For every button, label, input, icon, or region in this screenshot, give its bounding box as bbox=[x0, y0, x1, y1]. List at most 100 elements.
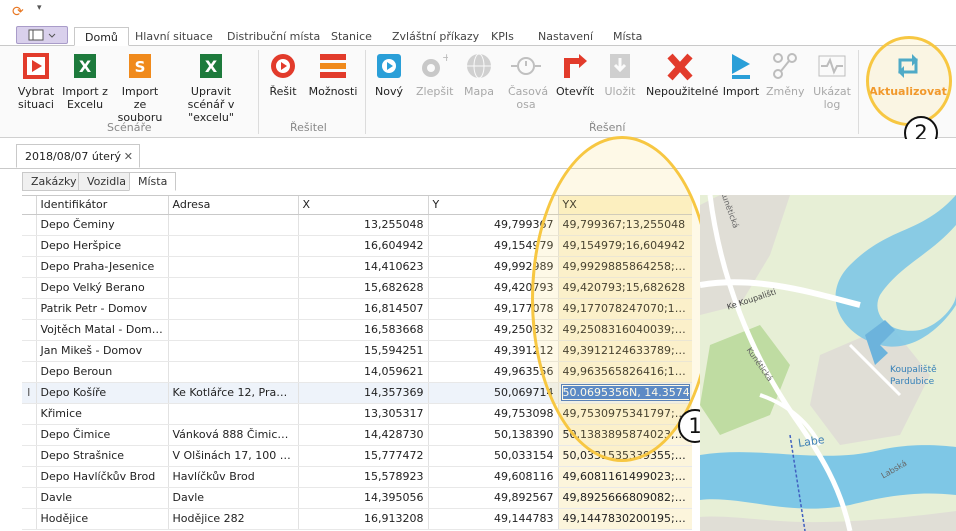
cell-address[interactable] bbox=[168, 277, 299, 299]
cell-x[interactable]: 16,583668 bbox=[298, 319, 429, 341]
cell-yx[interactable]: 50,1383895874023;14,... bbox=[558, 424, 692, 446]
cell-yx[interactable]: 49,7530975341797;13,... bbox=[558, 403, 692, 425]
options-button[interactable]: Možnosti bbox=[308, 50, 358, 98]
cell-yx[interactable]: 49,9929885864258;14,... bbox=[558, 256, 692, 278]
table-row[interactable]: Vojtěch Matal - Domov 16,583668 49,250832 4… bbox=[22, 319, 692, 341]
tab-zvlastni-prikazy[interactable]: Zvláštní příkazy bbox=[392, 27, 479, 46]
cell-y[interactable]: 49,250832 bbox=[428, 319, 559, 341]
import-file-button[interactable]: S Import ze souboru bbox=[114, 50, 166, 124]
tab-stanice[interactable]: Stanice bbox=[331, 27, 372, 46]
cell-yx[interactable]: 49,1447830200195;16,... bbox=[558, 508, 692, 530]
cell-id[interactable]: Depo Velký Berano bbox=[36, 277, 169, 299]
cell-yx[interactable]: 50,0331535339355;15,... bbox=[558, 445, 692, 467]
table-row[interactable]: Depo Beroun 14,059621 49,963556 49,96356582… bbox=[22, 361, 692, 383]
cell-address[interactable] bbox=[168, 361, 299, 383]
table-row[interactable]: Davle Davle 14,395056 49,892567 49,892566680… bbox=[22, 487, 692, 509]
cell-yx[interactable]: 49,420793;15,682628 bbox=[558, 277, 692, 299]
changes-button[interactable]: Změny bbox=[766, 50, 805, 98]
tab-mista[interactable]: Místa bbox=[613, 27, 642, 46]
cell-id[interactable]: Depo Čimice bbox=[36, 424, 169, 446]
table-row[interactable]: Depo Praha-Jesenice 14,410623 49,992989 49,… bbox=[22, 256, 692, 278]
cell-y[interactable]: 49,177078 bbox=[428, 298, 559, 320]
solve-button[interactable]: Řešit bbox=[266, 50, 300, 98]
cell-address[interactable]: V Olšinách 17, 100 00 bbox=[168, 445, 299, 467]
table-row[interactable]: Depo Velký Berano 15,682628 49,420793 49,42… bbox=[22, 277, 692, 299]
cell-y[interactable]: 49,963556 bbox=[428, 361, 559, 383]
map-button[interactable]: Mapa bbox=[462, 50, 496, 98]
cell-x[interactable]: 16,814507 bbox=[298, 298, 429, 320]
cell-x[interactable]: 15,594251 bbox=[298, 340, 429, 362]
table-row[interactable]: Jan Mikeš - Domov 15,594251 49,391212 49,39… bbox=[22, 340, 692, 362]
cell-address[interactable] bbox=[168, 214, 299, 236]
improve-button[interactable]: + Zlepšit bbox=[416, 50, 453, 98]
update-button[interactable]: Aktualizovat bbox=[866, 50, 950, 98]
cell-x[interactable]: 16,604942 bbox=[298, 235, 429, 257]
import-button[interactable]: Import bbox=[722, 50, 760, 98]
cell-yx[interactable]: 49,6081161499023;15,... bbox=[558, 466, 692, 488]
cell-x[interactable]: 15,578923 bbox=[298, 466, 429, 488]
tab-zakazky[interactable]: Zakázky bbox=[22, 172, 86, 191]
map-panel[interactable]: Kunětická Ke Koupališti Koupaliště Pardu… bbox=[700, 195, 956, 531]
column-header-id[interactable]: Identifikátor bbox=[36, 196, 169, 215]
cell-id[interactable]: Patrik Petr - Domov bbox=[36, 298, 169, 320]
cell-address[interactable]: Ke Kotlářce 12, Praha 5 bbox=[168, 382, 299, 404]
app-menu-button[interactable] bbox=[16, 26, 68, 44]
cell-x[interactable]: 14,410623 bbox=[298, 256, 429, 278]
cell-yx[interactable]: 49,963565826416;14,0... bbox=[558, 361, 692, 383]
cell-address[interactable]: Davle bbox=[168, 487, 299, 509]
cell-yx[interactable]: 49,8925666809082;14,... bbox=[558, 487, 692, 509]
show-log-button[interactable]: Ukázat log bbox=[812, 50, 852, 111]
cell-id[interactable]: Depo Praha-Jesenice bbox=[36, 256, 169, 278]
quick-access-dropdown-icon[interactable]: ▾ bbox=[37, 3, 42, 13]
cell-address[interactable] bbox=[168, 319, 299, 341]
cell-id[interactable]: Depo Havlíčkův Brod bbox=[36, 466, 169, 488]
cell-y[interactable]: 49,391212 bbox=[428, 340, 559, 362]
cell-id[interactable]: Depo Čeminy bbox=[36, 214, 169, 236]
cell-address[interactable]: Havlíčkův Brod bbox=[168, 466, 299, 488]
column-header-address[interactable]: Adresa bbox=[168, 196, 299, 215]
import-excel-button[interactable]: X Import z Excelu bbox=[62, 50, 108, 111]
cell-x[interactable]: 13,255048 bbox=[298, 214, 429, 236]
tab-distribucni-mista[interactable]: Distribuční místa bbox=[227, 27, 320, 46]
cell-id[interactable]: Depo Beroun bbox=[36, 361, 169, 383]
cell-y[interactable]: 49,154979 bbox=[428, 235, 559, 257]
cell-y[interactable]: 49,608116 bbox=[428, 466, 559, 488]
cell-yx[interactable]: 49,2508316040039;16,... bbox=[558, 319, 692, 341]
table-row[interactable]: Depo Čeminy 13,255048 49,799367 49,799367;1… bbox=[22, 214, 692, 236]
cell-y[interactable]: 50,033154 bbox=[428, 445, 559, 467]
cell-y[interactable]: 49,892567 bbox=[428, 487, 559, 509]
table-row[interactable]: Depo Havlíčkův Brod Havlíčkův Brod 15,5789… bbox=[22, 466, 692, 488]
timeline-button[interactable]: Časová osa bbox=[508, 50, 548, 111]
cell-yx-editor[interactable]: 50.0695356N, 14.357422 bbox=[558, 382, 692, 404]
cell-address[interactable] bbox=[168, 340, 299, 362]
tab-hlavni-situace[interactable]: Hlavní situace bbox=[135, 27, 213, 46]
column-header-x[interactable]: X bbox=[298, 196, 429, 215]
cell-id[interactable]: Hodějice bbox=[36, 508, 169, 530]
cell-address[interactable]: Hodějice 282 bbox=[168, 508, 299, 530]
open-button[interactable]: Otevřít bbox=[556, 50, 594, 98]
yx-edit-input[interactable]: 50.0695356N, 14.357422 bbox=[560, 384, 690, 401]
cell-yx[interactable]: 49,177078247070;16,... bbox=[558, 298, 692, 320]
app-refresh-icon[interactable]: ⟳ bbox=[12, 4, 24, 20]
cell-id[interactable]: Depo Strašnice bbox=[36, 445, 169, 467]
cell-y[interactable]: 49,753098 bbox=[428, 403, 559, 425]
tab-vozidla[interactable]: Vozidla bbox=[78, 172, 136, 191]
table-row[interactable]: Hodějice Hodějice 282 16,913208 49,144783 49… bbox=[22, 508, 692, 530]
cell-y[interactable]: 49,799367 bbox=[428, 214, 559, 236]
cell-x[interactable]: 14,428730 bbox=[298, 424, 429, 446]
new-button[interactable]: Nový bbox=[372, 50, 406, 98]
document-tab[interactable]: 2018/08/07 úterý ✕ bbox=[16, 144, 140, 168]
cell-y[interactable]: 49,420793 bbox=[428, 277, 559, 299]
tab-nastaveni[interactable]: Nastavení bbox=[538, 27, 593, 46]
tab-mista-sub[interactable]: Místa bbox=[129, 172, 177, 191]
table-row[interactable]: Patrik Petr - Domov 16,814507 49,177078 49,… bbox=[22, 298, 692, 320]
close-icon[interactable]: ✕ bbox=[124, 150, 133, 163]
cell-address[interactable] bbox=[168, 256, 299, 278]
table-row[interactable]: Depo Strašnice V Olšinách 17, 100 00 15,77… bbox=[22, 445, 692, 467]
cell-id[interactable]: Křimice bbox=[36, 403, 169, 425]
cell-address[interactable] bbox=[168, 235, 299, 257]
vybrat-situaci-button[interactable]: Vybrat situaci bbox=[14, 50, 58, 111]
column-header-yx[interactable]: YX bbox=[558, 196, 692, 215]
table-row[interactable]: I Depo Košíře Ke Kotlářce 12, Praha 5 14,35… bbox=[22, 382, 692, 404]
save-button[interactable]: Uložit bbox=[602, 50, 638, 98]
